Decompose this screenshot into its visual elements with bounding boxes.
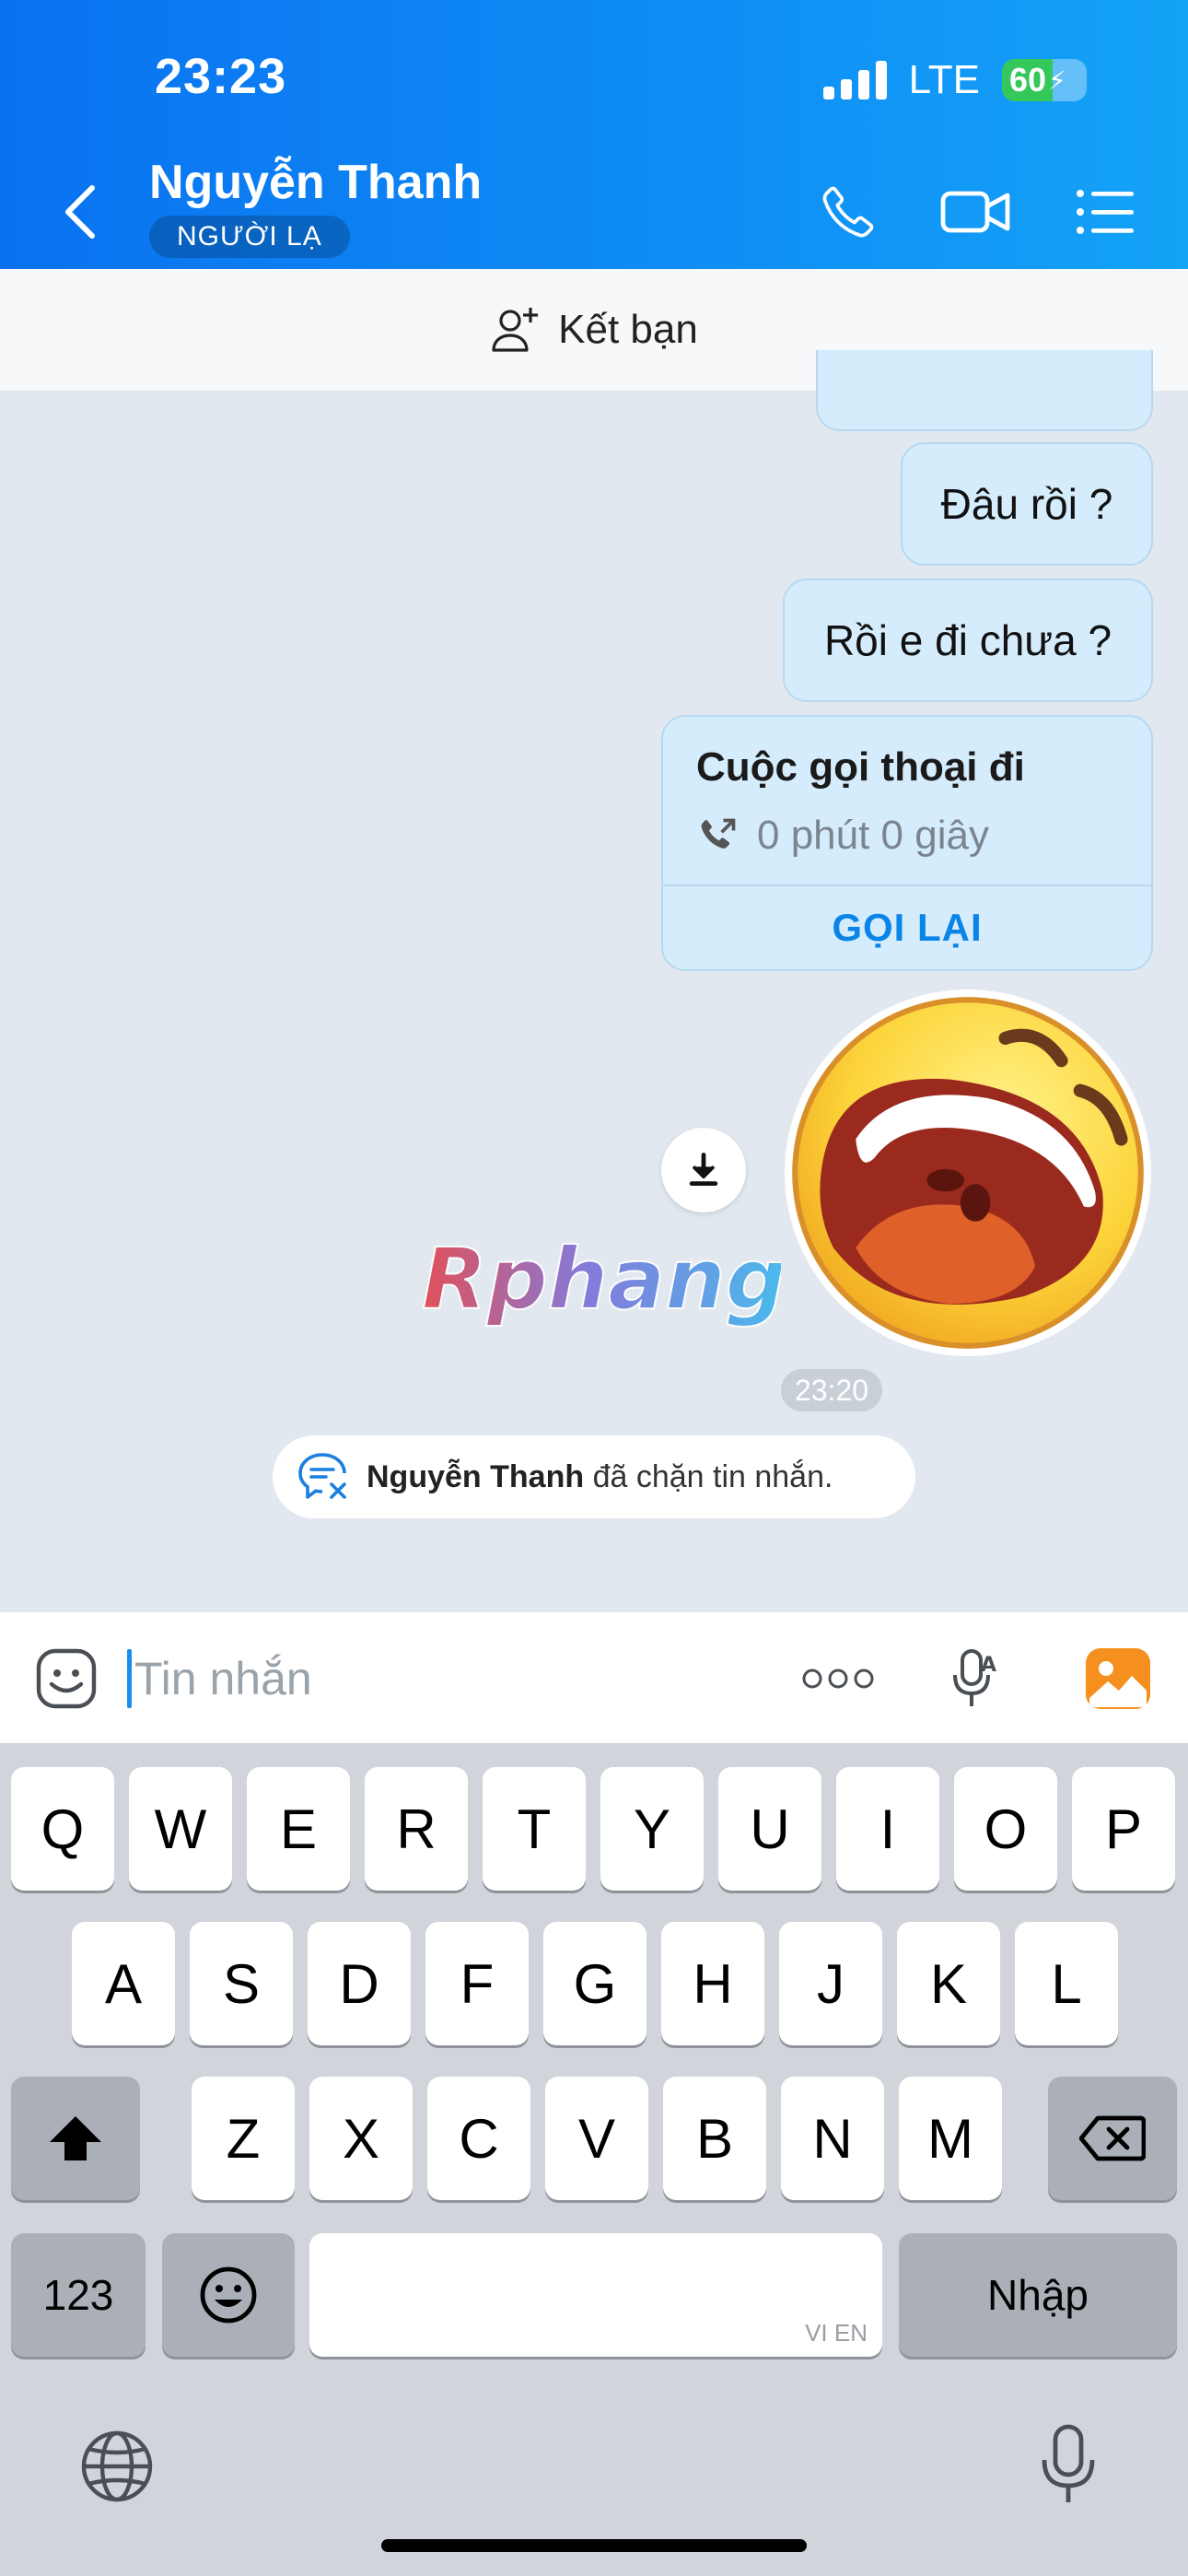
status-indicators: LTE 60 ⚡ [822,57,1087,103]
message-timestamp: 23:20 [781,1369,882,1411]
laughing-emoji-sticker[interactable] [781,986,1155,1360]
key-a[interactable]: A [72,1922,175,2045]
key-h[interactable]: H [661,1922,764,2045]
image-icon [1086,1648,1150,1709]
download-sticker-button[interactable] [661,1128,746,1212]
key-f[interactable]: F [425,1922,529,2045]
message-text: Đâu rồi ? [940,480,1113,528]
emoji-sticker-icon [36,1648,97,1709]
outgoing-call-icon [701,818,736,849]
battery-level: 60 [1009,61,1047,99]
key-t[interactable]: T [483,1767,586,1891]
call-card[interactable]: Cuộc gọi thoại đi 0 phút 0 giây GỌI LẠI [661,715,1153,971]
shift-arrow-icon [50,2116,101,2160]
message-bubble-partial[interactable] [816,350,1153,431]
key-o[interactable]: O [954,1767,1057,1891]
emoji-icon [200,2266,257,2324]
return-key[interactable]: Nhập [899,2233,1177,2357]
phone-icon [822,186,874,238]
key-y[interactable]: Y [600,1767,704,1891]
block-notice-name: Nguyễn Thanh [367,1458,585,1494]
key-e[interactable]: E [247,1767,350,1891]
call-back-button[interactable]: GỌI LẠI [663,886,1151,969]
svg-text:Rphang: Rphang [422,1230,781,1329]
call-title: Cuộc gọi thoại đi [696,744,1025,790]
more-dots-icon [802,1669,874,1689]
sticker-button[interactable] [31,1644,101,1714]
network-label: LTE [908,57,980,102]
dictation-button[interactable] [1033,2421,1103,2510]
globe-button[interactable] [77,2427,157,2506]
backspace-icon [1079,2115,1146,2161]
key-x[interactable]: X [309,2077,413,2200]
text-cursor [127,1649,132,1708]
key-n[interactable]: N [781,2077,884,2200]
key-k[interactable]: K [897,1922,1000,2045]
stranger-badge: NGƯỜI LẠ [149,216,350,258]
charging-icon: ⚡ [1048,65,1066,95]
svg-text:A: A [981,1654,996,1677]
key-d[interactable]: D [308,1922,411,2045]
key-s[interactable]: S [190,1922,293,2045]
message-text: Rồi e đi chưa ? [823,616,1112,664]
back-button[interactable] [55,175,107,249]
menu-button[interactable] [1074,175,1136,249]
watermark-logo: Rphang [421,1229,781,1329]
download-icon [689,1153,718,1187]
key-j[interactable]: J [779,1922,882,2045]
contact-name[interactable]: Nguyễn Thanh [149,155,482,210]
numbers-key[interactable]: 123 [11,2233,146,2357]
key-r[interactable]: R [365,1767,468,1891]
video-camera-icon [940,191,1010,233]
key-z[interactable]: Z [192,2077,295,2200]
emoji-key[interactable] [162,2233,295,2357]
block-notice-message: đã chặn tin nhắn. [592,1458,833,1494]
key-w[interactable]: W [129,1767,232,1891]
video-call-button[interactable] [939,175,1013,249]
block-notice-text: Nguyễn Thanh đã chặn tin nhắn. [367,1459,833,1495]
key-l[interactable]: L [1015,1922,1118,2045]
signal-icon [822,61,887,100]
chevron-left-icon [65,185,95,239]
voice-to-text-button[interactable]: A [945,1644,1002,1714]
backspace-key[interactable] [1048,2077,1177,2200]
home-indicator[interactable] [381,2539,807,2552]
key-g[interactable]: G [543,1922,646,2045]
key-b[interactable]: B [663,2077,766,2200]
message-bubble[interactable]: Rồi e đi chưa ? [783,579,1153,702]
space-key[interactable]: VI EN [309,2233,882,2357]
voice-call-button[interactable] [816,175,880,249]
photo-button[interactable] [1083,1644,1153,1714]
language-hint: VI EN [805,2319,868,2347]
message-input[interactable] [134,1640,779,1717]
more-options-button[interactable] [801,1649,875,1708]
block-notice: Nguyễn Thanh đã chặn tin nhắn. [273,1435,915,1518]
key-v[interactable]: V [545,2077,648,2200]
key-i[interactable]: I [836,1767,939,1891]
key-m[interactable]: M [899,2077,1002,2200]
call-duration: 0 phút 0 giây [757,813,989,858]
add-friend-label: Kết bạn [558,307,698,352]
globe-icon [81,2430,153,2502]
microphone-icon: A [953,1649,996,1706]
key-q[interactable]: Q [11,1767,114,1891]
message-bubble[interactable]: Đâu rồi ? [901,442,1153,566]
blocked-chat-icon [298,1453,346,1499]
key-u[interactable]: U [718,1767,821,1891]
battery-icon: 60 ⚡ [1002,59,1087,101]
key-p[interactable]: P [1072,1767,1175,1891]
add-user-icon [492,308,539,352]
chat-header: 23:23 LTE 60 ⚡ Nguyễn Thanh NGƯỜI LẠ [0,0,1188,269]
key-c[interactable]: C [427,2077,530,2200]
status-time: 23:23 [155,49,287,104]
dictation-mic-icon [1042,2424,1095,2502]
shift-key[interactable] [11,2077,140,2200]
list-menu-icon [1077,190,1134,234]
